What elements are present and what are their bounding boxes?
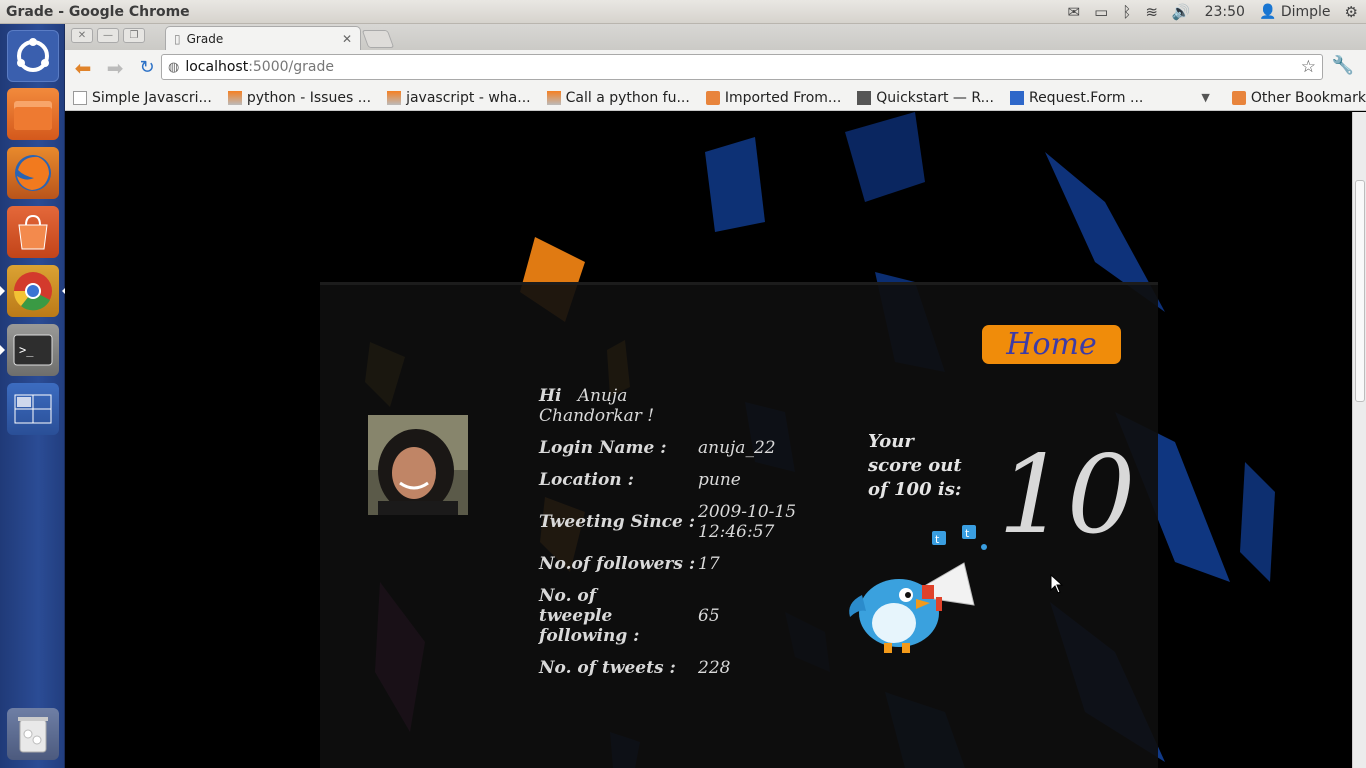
info-label: No.of followers : — [539, 554, 696, 574]
top-panel: Grade - Google Chrome ✉ ▭ ᛒ ≋ 🔊 23:50 👤 … — [0, 0, 1366, 24]
tab-grade[interactable]: ▯ Grade ✕ — [165, 26, 361, 50]
tab-strip: ✕ — ❐ ▯ Grade ✕ — [65, 24, 1366, 50]
stackoverflow-icon — [387, 90, 402, 105]
window-title: Grade - Google Chrome — [6, 3, 190, 20]
bluetooth-icon[interactable]: ᛒ — [1122, 3, 1131, 21]
scrollbar-thumb[interactable] — [1355, 180, 1365, 402]
ubuntu-logo-icon — [17, 38, 49, 72]
svg-text:t: t — [965, 527, 970, 540]
avatar — [368, 415, 468, 515]
files-icon[interactable] — [7, 88, 59, 140]
wifi-icon[interactable]: ≋ — [1145, 3, 1158, 21]
folder-icon — [705, 90, 720, 105]
maximize-window-button[interactable]: ❐ — [123, 28, 145, 43]
terminal-icon[interactable]: >_ — [0, 324, 59, 376]
stackoverflow-icon — [227, 90, 242, 105]
score-label: Your score out of 100 is: — [868, 431, 962, 500]
profile-info: Hi Anuja Chandorkar ! Login Name : anuja_… — [539, 386, 798, 690]
bookmark-item[interactable]: Imported From... — [698, 90, 849, 106]
launcher: >_ — [0, 24, 67, 768]
bookmark-item[interactable]: Call a python fu... — [539, 90, 698, 106]
close-tab-icon[interactable]: ✕ — [342, 32, 352, 46]
toolbar: ⬅ ➡ ↻ ◍ localhost:5000/grade ☆ 🔧 — [65, 50, 1366, 85]
bookmark-item[interactable]: Request.Form ... — [1002, 90, 1151, 106]
user-icon: 👤 — [1258, 3, 1277, 20]
workspace-switcher-icon[interactable] — [7, 383, 59, 435]
battery-icon[interactable]: ▭ — [1094, 3, 1108, 21]
user-name: Dimple — [1280, 3, 1331, 20]
info-value: anuja_22 — [698, 438, 776, 458]
bookmark-star-icon[interactable]: ☆ — [1301, 57, 1316, 77]
trash-icon[interactable] — [7, 708, 59, 760]
tab-title: Grade — [186, 31, 224, 46]
info-label: Login Name : — [539, 438, 667, 458]
close-window-button[interactable]: ✕ — [71, 28, 93, 43]
msdn-icon — [1009, 90, 1024, 105]
svg-text:t: t — [935, 533, 940, 546]
info-label: No. of tweets : — [539, 658, 676, 678]
clock[interactable]: 23:50 — [1205, 4, 1245, 20]
info-row-tweeting-since: Tweeting Since :2009-10-15 12:46:57 — [539, 502, 798, 542]
chrome-icon[interactable] — [0, 265, 67, 317]
info-row-tweets: No. of tweets : 228 — [539, 658, 798, 678]
firefox-icon[interactable] — [7, 147, 59, 199]
greeting: Hi Anuja Chandorkar ! — [539, 386, 669, 426]
info-value: 17 — [698, 554, 720, 574]
dash-button[interactable] — [7, 30, 59, 82]
info-label: Tweeting Since : — [539, 512, 695, 532]
bookmark-item[interactable]: Simple Javascri... — [65, 90, 220, 106]
profile-panel: Home Hi Anuja Chandorkar ! Login Name : a… — [320, 282, 1158, 768]
stackoverflow-icon — [546, 90, 561, 105]
svg-text:>_: >_ — [19, 343, 34, 357]
page-icon — [73, 90, 87, 105]
info-value: pune — [698, 470, 741, 490]
info-value: 2009-10-15 12:46:57 — [698, 502, 797, 542]
wrench-icon[interactable]: 🔧 — [1332, 55, 1354, 76]
info-row-login: Login Name : anuja_22 — [539, 438, 798, 458]
gear-icon[interactable]: ⚙ — [1345, 3, 1358, 21]
page-icon: ▯ — [174, 31, 181, 46]
back-icon[interactable]: ⬅ — [69, 54, 97, 82]
twitter-bird-megaphone-icon: t t — [849, 525, 987, 653]
volume-icon[interactable]: 🔊 — [1172, 3, 1191, 21]
new-tab-button[interactable] — [361, 30, 395, 48]
url-host: localhost — [185, 59, 249, 75]
address-bar[interactable]: ◍ localhost:5000/grade ☆ — [161, 54, 1323, 80]
bookmarks-bar: Simple Javascri... python - Issues ... j… — [65, 85, 1366, 111]
info-label: No. of tweeple following : — [539, 586, 640, 646]
mouse-cursor-icon — [1050, 574, 1064, 594]
home-button[interactable]: Home — [982, 325, 1121, 364]
bookmark-item[interactable]: Quickstart — R... — [849, 90, 1002, 106]
globe-icon: ◍ — [168, 59, 180, 75]
forward-icon[interactable]: ➡ — [101, 54, 129, 82]
window-controls: ✕ — ❐ — [71, 28, 145, 43]
info-value: 65 — [698, 606, 720, 626]
info-row-followers: No.of followers :17 — [539, 554, 798, 574]
page-scrollbar[interactable] — [1352, 112, 1366, 768]
user-photo-icon — [368, 415, 468, 515]
other-bookmarks[interactable]: Other Bookmarks — [1224, 90, 1366, 106]
page-content: Home Hi Anuja Chandorkar ! Login Name : a… — [65, 112, 1352, 768]
info-value: 228 — [698, 658, 731, 678]
system-tray: ✉ ▭ ᛒ ≋ 🔊 23:50 👤 Dimple ⚙ — [1068, 3, 1366, 21]
chevron-down-icon[interactable]: ▼ — [1201, 91, 1209, 104]
score-value: 10 — [998, 433, 1136, 558]
greeting-hi: Hi — [539, 386, 562, 406]
info-label: Location : — [539, 470, 634, 490]
mail-icon[interactable]: ✉ — [1068, 3, 1081, 21]
url-path: :5000/grade — [248, 59, 334, 75]
software-center-icon[interactable] — [7, 206, 59, 258]
info-row-following: No. of tweeple following : 65 — [539, 586, 798, 646]
info-row-location: Location : pune — [539, 470, 798, 490]
book-icon — [857, 90, 872, 105]
user-menu[interactable]: 👤 Dimple — [1259, 4, 1331, 20]
bookmark-item[interactable]: javascript - wha... — [379, 90, 539, 106]
reload-icon[interactable]: ↻ — [133, 54, 161, 82]
bookmark-item[interactable]: python - Issues ... — [220, 90, 379, 106]
minimize-window-button[interactable]: — — [97, 28, 119, 43]
folder-icon — [1231, 90, 1246, 105]
